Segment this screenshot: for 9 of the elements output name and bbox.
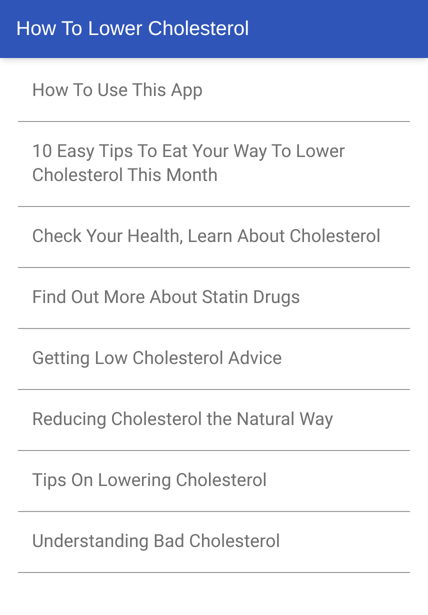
list-item[interactable]: 10 Easy Tips To Eat Your Way To Lower Cholesterol This Month — [18, 122, 410, 207]
list-item[interactable]: Find Out More About Statin Drugs — [18, 268, 410, 329]
list-item[interactable]: Tips On Lowering Cholesterol — [18, 451, 410, 512]
list-item[interactable]: Check Your Health, Learn About Cholesterol — [18, 207, 410, 268]
list-item[interactable]: Understanding Bad Cholesterol — [18, 512, 410, 573]
app-title: How To Lower Cholesterol — [16, 17, 250, 42]
list-item[interactable]: How To Use This App — [18, 61, 410, 122]
list-item[interactable]: Reducing Cholesterol the Natural Way — [18, 390, 410, 451]
list-item[interactable]: Getting Low Cholesterol Advice — [18, 329, 410, 390]
